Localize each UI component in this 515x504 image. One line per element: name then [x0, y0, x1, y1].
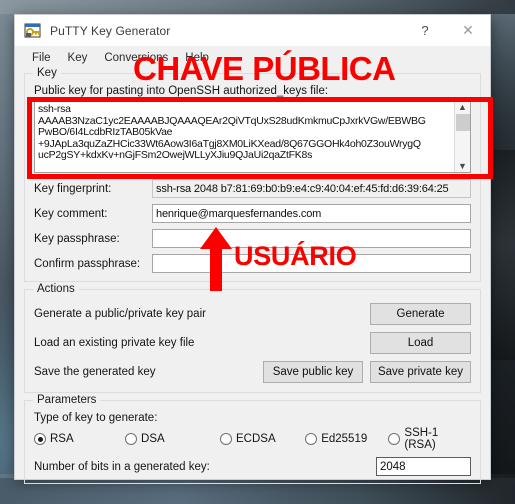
scrollbar-thumb[interactable]	[455, 114, 470, 131]
key-passphrase-label: Key passphrase:	[34, 232, 120, 245]
save-description: Save the generated key	[34, 366, 156, 378]
radio-ed25519-label: Ed25519	[321, 433, 368, 445]
radio-ssh1-rsa-label: SSH-1 (RSA)	[404, 427, 439, 451]
radio-rsa[interactable]: RSA	[34, 433, 125, 445]
key-type-radio-group: RSA DSA ECDSA Ed25519 SSH-1 (RSA)	[34, 427, 471, 451]
load-button[interactable]: Load	[370, 332, 471, 354]
radio-ecdsa-indicator[interactable]	[220, 433, 233, 445]
radio-dsa-label: DSA	[141, 433, 165, 445]
help-button[interactable]: ?	[404, 15, 446, 46]
generate-description: Generate a public/private key pair	[34, 308, 206, 320]
radio-rsa-indicator[interactable]	[34, 433, 46, 445]
confirm-passphrase-field[interactable]	[152, 254, 471, 273]
confirm-passphrase-row: Confirm passphrase:	[34, 254, 471, 273]
confirm-passphrase-label: Confirm passphrase:	[34, 257, 141, 270]
key-type-caption: Type of key to generate:	[34, 412, 158, 424]
actions-group: Actions Generate a public/private key pa…	[24, 283, 481, 393]
scroll-down-icon[interactable]: ▼	[458, 162, 467, 171]
key-group: Key Public key for pasting into OpenSSH …	[24, 67, 481, 282]
save-public-key-button[interactable]: Save public key	[263, 361, 363, 383]
key-comment-field[interactable]: henrique@marquesfernandes.com	[152, 204, 471, 223]
actions-group-legend: Actions	[33, 283, 79, 295]
public-key-text[interactable]: ssh-rsa AAAAB3NzaC1yc2EAAAABJQAAAQEAr2Qi…	[35, 102, 454, 172]
close-icon[interactable]: ✕	[446, 15, 490, 46]
radio-ed25519-indicator[interactable]	[305, 433, 318, 445]
save-private-key-button[interactable]: Save private key	[370, 361, 471, 383]
parameters-group-legend: Parameters	[33, 394, 101, 406]
load-description: Load an existing private key file	[34, 337, 195, 349]
bits-row: Number of bits in a generated key: 2048	[34, 457, 471, 476]
key-passphrase-row: Key passphrase:	[34, 229, 471, 248]
key-fingerprint-field[interactable]: ssh-rsa 2048 b7:81:69:b0:b9:e4:c9:40:04:…	[152, 179, 471, 198]
public-key-textarea-wrap: ssh-rsa AAAAB3NzaC1yc2EAAAABJQAAAQEAr2Qi…	[34, 101, 471, 173]
scroll-up-icon[interactable]: ▲	[458, 103, 467, 112]
load-row: Load an existing private key file Load	[34, 332, 471, 354]
key-fingerprint-row: Key fingerprint: ssh-rsa 2048 b7:81:69:b…	[34, 179, 471, 198]
window-title: PuTTY Key Generator	[50, 23, 171, 38]
save-row: Save the generated key Save public key S…	[34, 361, 471, 383]
public-key-scrollbar[interactable]: ▲ ▼	[454, 102, 470, 172]
key-group-legend: Key	[33, 67, 61, 79]
menu-file[interactable]: File	[24, 50, 60, 66]
radio-ecdsa[interactable]: ECDSA	[220, 433, 305, 445]
putty-key-icon	[24, 22, 42, 40]
radio-ecdsa-label: ECDSA	[236, 433, 276, 445]
public-key-textarea[interactable]: ssh-rsa AAAAB3NzaC1yc2EAAAABJQAAAQEAr2Qi…	[34, 101, 471, 173]
key-comment-row: Key comment: henrique@marquesfernandes.c…	[34, 204, 471, 223]
wallpaper-band-top	[0, 0, 515, 14]
bits-input[interactable]: 2048	[376, 457, 471, 476]
radio-ssh1-rsa[interactable]: SSH-1 (RSA)	[388, 427, 471, 451]
generate-button[interactable]: Generate	[370, 303, 471, 325]
radio-dsa-indicator[interactable]	[125, 433, 138, 445]
key-comment-label: Key comment:	[34, 207, 108, 220]
bits-label: Number of bits in a generated key:	[34, 460, 210, 473]
parameters-group: Parameters Type of key to generate: RSA …	[24, 394, 481, 484]
wallpaper-band-right	[487, 150, 515, 360]
radio-rsa-label: RSA	[50, 433, 74, 445]
menu-key[interactable]: Key	[60, 50, 97, 66]
menu-bar: File Key Conversions Help	[15, 46, 490, 69]
radio-dsa[interactable]: DSA	[125, 433, 220, 445]
radio-ssh1-rsa-indicator[interactable]	[388, 433, 401, 445]
title-bar: PuTTY Key Generator ? ✕	[15, 15, 490, 46]
client-area: Key Public key for pasting into OpenSSH …	[15, 67, 490, 491]
radio-ed25519[interactable]: Ed25519	[305, 433, 388, 445]
key-fingerprint-label: Key fingerprint:	[34, 182, 112, 195]
generate-row: Generate a public/private key pair Gener…	[34, 303, 471, 325]
menu-conversions[interactable]: Conversions	[96, 50, 177, 66]
key-passphrase-field[interactable]	[152, 229, 471, 248]
menu-help[interactable]: Help	[177, 50, 218, 66]
putty-key-generator-window: PuTTY Key Generator ? ✕ File Key Convers…	[14, 14, 491, 484]
public-key-caption: Public key for pasting into OpenSSH auth…	[34, 85, 329, 97]
